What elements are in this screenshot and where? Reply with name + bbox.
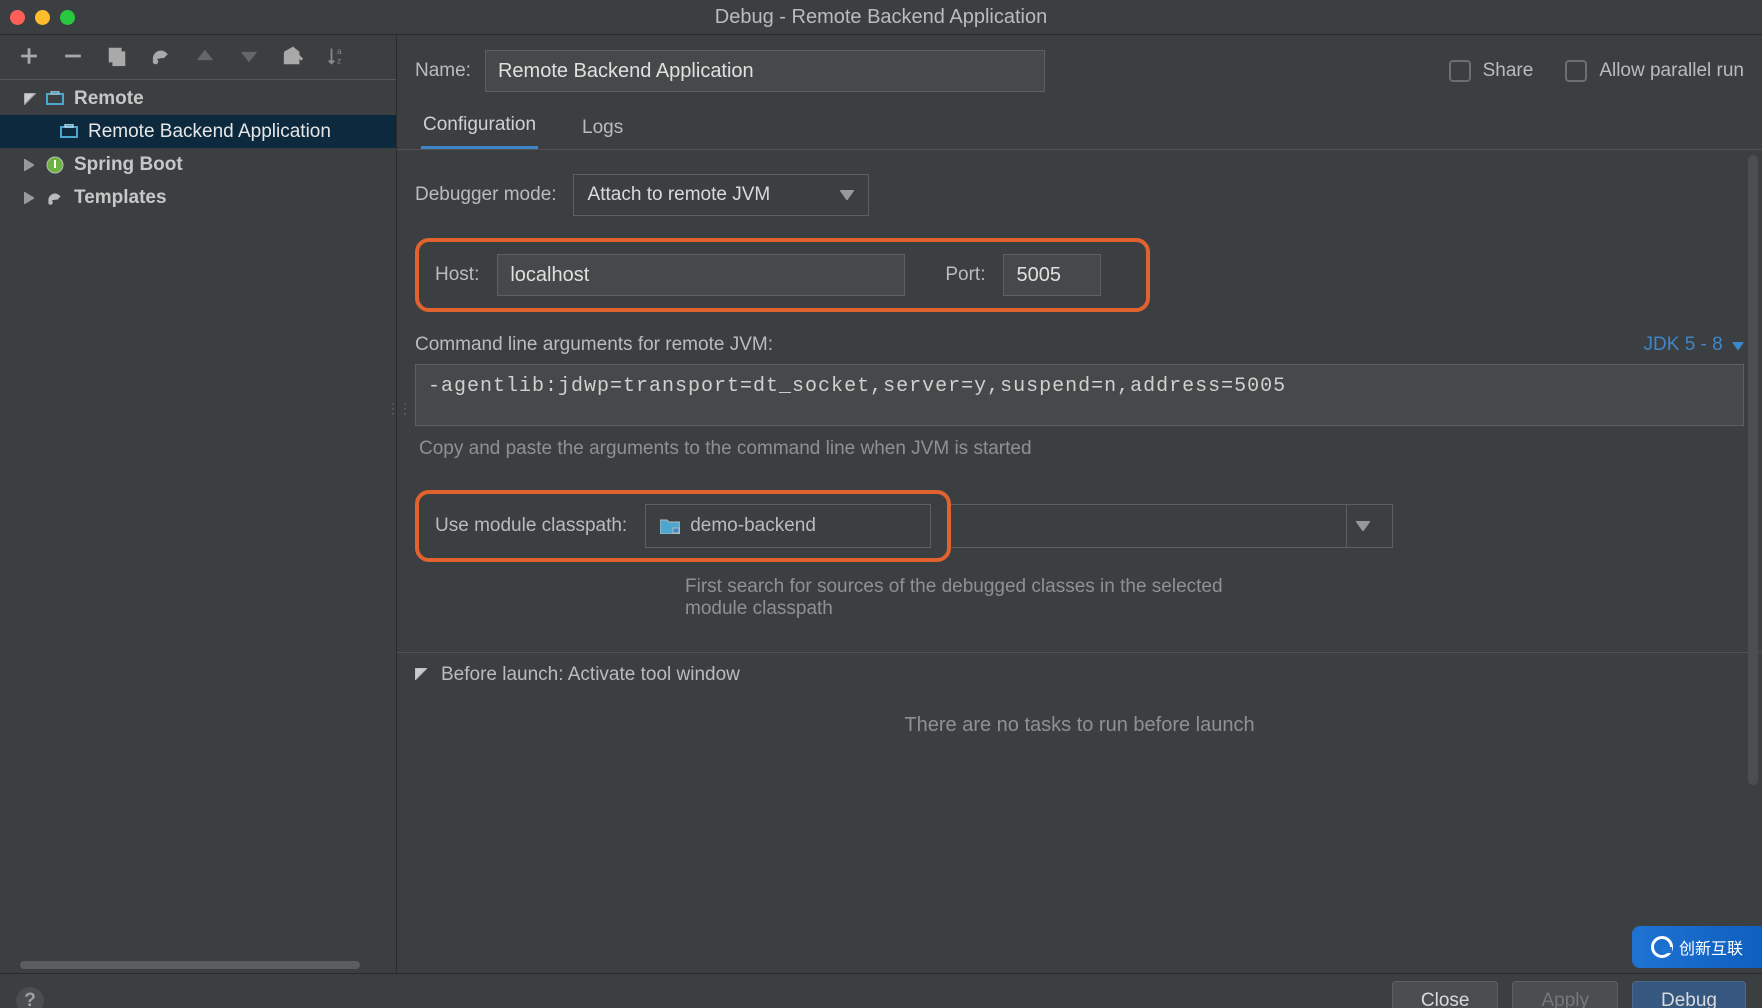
folder-icon (660, 518, 680, 534)
remote-config-icon (60, 124, 82, 140)
svg-text:a: a (337, 47, 342, 56)
port-label: Port: (945, 264, 985, 286)
sidebar-toolbar: az (0, 35, 396, 80)
module-classpath-hint: First search for sources of the debugged… (685, 576, 1245, 620)
tab-configuration[interactable]: Configuration (421, 104, 538, 149)
cmd-args-hint: Copy and paste the arguments to the comm… (415, 434, 1744, 460)
share-label: Share (1483, 60, 1534, 82)
tree-item-label: Spring Boot (74, 154, 183, 176)
module-classpath-highlight: Use module classpath: demo-backend (415, 490, 951, 562)
tab-bar: Configuration Logs (397, 102, 1762, 150)
zoom-window-icon[interactable] (60, 10, 75, 25)
chevron-down-icon (24, 93, 42, 105)
vertical-scrollbar[interactable] (1748, 155, 1758, 785)
move-down-icon[interactable] (236, 43, 262, 69)
watermark-text: 创新互联 (1679, 935, 1743, 959)
save-config-icon[interactable] (280, 43, 306, 69)
module-classpath-combo-extend[interactable] (951, 504, 1393, 548)
name-row: Name: Share Allow parallel run (397, 35, 1762, 102)
checkbox-icon (1565, 60, 1587, 82)
chevron-right-icon (24, 192, 42, 204)
close-window-icon[interactable] (10, 10, 25, 25)
tree-item-label: Remote Backend Application (88, 121, 331, 143)
cmd-args-textarea[interactable]: -agentlib:jdwp=transport=dt_socket,serve… (415, 364, 1744, 426)
name-label: Name: (415, 60, 471, 82)
apply-button[interactable]: Apply (1512, 981, 1618, 1008)
tree-item-templates[interactable]: Templates (0, 181, 396, 214)
split-handle-icon[interactable]: ⋮⋮ (386, 400, 410, 417)
watermark-logo-icon (1651, 936, 1673, 958)
help-icon[interactable]: ? (16, 987, 44, 1008)
sidebar-horizontal-scrollbar[interactable] (0, 957, 396, 973)
debugger-mode-value: Attach to remote JVM (588, 184, 771, 206)
module-classpath-value: demo-backend (690, 515, 816, 537)
close-button[interactable]: Close (1392, 981, 1499, 1008)
remote-config-icon (46, 91, 68, 107)
before-launch-label: Before launch: Activate tool window (441, 664, 740, 686)
share-checkbox[interactable]: Share (1449, 60, 1534, 82)
chevron-down-icon (1346, 505, 1378, 547)
parallel-label: Allow parallel run (1599, 60, 1744, 82)
minimize-window-icon[interactable] (35, 10, 50, 25)
tree-item-label: Templates (74, 187, 167, 209)
remove-icon[interactable] (60, 43, 86, 69)
spring-boot-icon (46, 156, 68, 174)
name-input[interactable] (485, 50, 1045, 92)
titlebar: Debug - Remote Backend Application (0, 0, 1762, 34)
config-tree: Remote Remote Backend Application Spring… (0, 80, 396, 957)
checkbox-icon (1449, 60, 1471, 82)
dialog-footer: ? Close Apply Debug (0, 974, 1762, 1008)
sort-alpha-icon[interactable]: az (324, 43, 350, 69)
configuration-form: Debugger mode: Attach to remote JVM Host… (397, 150, 1762, 652)
jdk-version-dropdown[interactable]: JDK 5 - 8 (1644, 334, 1744, 356)
tree-item-label: Remote (74, 88, 144, 110)
module-classpath-combo[interactable]: demo-backend (645, 504, 931, 548)
chevron-down-icon (415, 664, 427, 686)
copy-icon[interactable] (104, 43, 130, 69)
move-up-icon[interactable] (192, 43, 218, 69)
watermark-badge: 创新互联 (1632, 926, 1762, 968)
debug-button[interactable]: Debug (1632, 981, 1746, 1008)
tree-item-remote-backend-app[interactable]: Remote Backend Application (0, 115, 396, 148)
main-panel: Name: Share Allow parallel run Configura… (397, 35, 1762, 973)
host-port-highlight: Host: Port: (415, 238, 1150, 312)
chevron-down-icon (840, 184, 854, 206)
debugger-mode-label: Debugger mode: (415, 184, 557, 206)
wrench-icon (46, 189, 68, 207)
edit-icon[interactable] (148, 43, 174, 69)
sidebar: az Remote Remote Backend Application Spr… (0, 35, 397, 973)
no-tasks-message: There are no tasks to run before launch (397, 696, 1762, 737)
window-controls (10, 10, 75, 25)
cmd-args-label: Command line arguments for remote JVM: (415, 334, 773, 356)
window-title: Debug - Remote Backend Application (715, 6, 1047, 29)
tab-logs[interactable]: Logs (580, 107, 625, 149)
host-label: Host: (435, 264, 479, 286)
before-launch-section[interactable]: Before launch: Activate tool window (397, 652, 1762, 696)
jdk-version-label: JDK 5 - 8 (1644, 334, 1723, 355)
module-classpath-label: Use module classpath: (435, 515, 627, 537)
tree-item-spring-boot[interactable]: Spring Boot (0, 148, 396, 181)
port-input[interactable] (1003, 254, 1101, 296)
debugger-mode-combo[interactable]: Attach to remote JVM (573, 174, 869, 216)
host-input[interactable] (497, 254, 905, 296)
chevron-right-icon (24, 159, 42, 171)
parallel-run-checkbox[interactable]: Allow parallel run (1565, 60, 1744, 82)
add-icon[interactable] (16, 43, 42, 69)
svg-text:z: z (337, 56, 341, 65)
dialog-body: az Remote Remote Backend Application Spr… (0, 34, 1762, 974)
tree-item-remote[interactable]: Remote (0, 82, 396, 115)
